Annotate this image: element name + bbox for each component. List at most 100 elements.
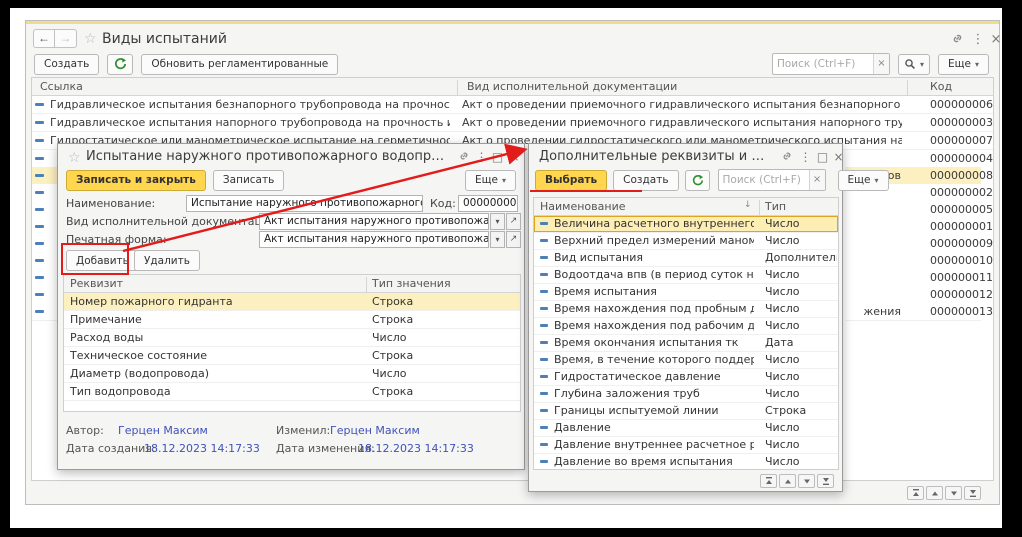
code-field[interactable]: 000000008 — [458, 195, 518, 212]
created-date: 18.12.2023 14:17:33 — [144, 442, 260, 455]
open-item-icon[interactable]: ↗ — [506, 231, 521, 248]
row-code: 000000002 — [930, 186, 993, 199]
attribute-name: Примечание — [70, 313, 142, 326]
attribute-name: Диаметр (водопровода) — [70, 367, 209, 380]
item-type: Число — [765, 319, 837, 332]
column-header-type[interactable]: Тип значения — [372, 277, 451, 290]
attribute-rows: Номер пожарного гидранта Строка Примечан… — [64, 293, 520, 401]
maximize-icon[interactable]: □ — [815, 150, 830, 165]
attribute-type: Строка — [372, 295, 413, 308]
back-button[interactable]: ← — [33, 29, 55, 48]
doc-type-field[interactable]: Акт испытания наружного противопожарного… — [259, 213, 489, 230]
attribute-row[interactable]: Техническое состояние Строка — [64, 347, 520, 365]
more-button[interactable]: Еще ▾ — [465, 170, 516, 191]
search-input[interactable] — [719, 170, 809, 190]
list-item[interactable]: Давление внутреннее расчетное рр.м Число — [534, 437, 838, 454]
name-field[interactable]: Испытание наружного противопожарного вод… — [186, 195, 423, 212]
scroll-top-icon[interactable] — [760, 474, 777, 488]
get-link-icon[interactable] — [456, 150, 471, 165]
clear-search-icon[interactable]: × — [873, 54, 889, 74]
more-menu-icon[interactable]: ⋮ — [474, 150, 489, 165]
select-button[interactable]: Выбрать — [535, 170, 607, 191]
modified-by-link[interactable]: Герцен Максим — [330, 424, 420, 437]
scroll-up-icon[interactable] — [779, 474, 796, 488]
save-and-close-button[interactable]: Записать и закрыть — [66, 170, 206, 191]
item-marker-icon — [35, 121, 44, 124]
open-item-icon[interactable]: ↗ — [506, 213, 521, 230]
scroll-bottom-icon[interactable] — [817, 474, 834, 488]
list-item[interactable]: Время, в течение которого поддерживалось… — [534, 352, 838, 369]
get-link-icon[interactable] — [779, 150, 794, 165]
list-item[interactable]: Время испытания Число — [534, 284, 838, 301]
delete-attribute-button[interactable]: Удалить — [134, 250, 200, 271]
attribute-type: Число — [372, 367, 407, 380]
scroll-down-icon[interactable] — [945, 486, 962, 500]
save-button[interactable]: Записать — [213, 170, 284, 191]
scroll-bottom-icon[interactable] — [964, 486, 981, 500]
attribute-row[interactable]: Диаметр (водопровода) Число — [64, 365, 520, 383]
maximize-icon[interactable]: □ — [490, 150, 505, 165]
create-button[interactable]: Создать — [613, 170, 678, 191]
search-input[interactable] — [773, 54, 873, 74]
attribute-row[interactable]: Расход воды Число — [64, 329, 520, 347]
search-box: × — [718, 169, 826, 191]
item-name: Время, в течение которого поддерживалось… — [554, 353, 754, 366]
list-item[interactable]: Время окончания испытания тк Дата — [534, 335, 838, 352]
scroll-up-icon[interactable] — [926, 486, 943, 500]
attribute-row[interactable]: Примечание Строка — [64, 311, 520, 329]
add-attribute-button[interactable]: Добавить — [66, 250, 139, 271]
favorite-star-icon[interactable]: ☆ — [84, 31, 97, 47]
list-item[interactable]: Вид испытания Дополнительное... — [534, 250, 838, 267]
list-item[interactable]: Границы испытуемой линии Строка — [534, 403, 838, 420]
close-icon[interactable]: × — [831, 150, 846, 165]
column-header-link[interactable]: Ссылка — [40, 80, 83, 93]
column-header-attribute[interactable]: Реквизит — [70, 277, 123, 290]
update-regulated-button[interactable]: Обновить регламентированные — [141, 54, 338, 75]
more-menu-icon[interactable]: ⋮ — [798, 150, 813, 165]
table-row[interactable]: Гидравлическое испытания безнапорного тр… — [32, 96, 993, 114]
close-icon[interactable]: × — [507, 150, 522, 165]
item-marker-icon — [35, 242, 44, 245]
favorite-star-icon[interactable]: ☆ — [68, 150, 81, 166]
print-form-field[interactable]: Акт испытания наружного противопожарного… — [259, 231, 489, 248]
attribute-row[interactable]: Номер пожарного гидранта Строка — [64, 293, 520, 311]
refresh-list-button[interactable] — [107, 54, 133, 75]
refresh-list-button[interactable] — [685, 170, 710, 191]
close-icon[interactable]: × — [988, 32, 1004, 48]
list-item[interactable]: Глубина заложения труб Число — [534, 386, 838, 403]
get-link-icon[interactable] — [949, 32, 965, 48]
list-item[interactable]: Время нахождения под рабочим давлением Ч… — [534, 318, 838, 335]
create-button[interactable]: Создать — [34, 54, 99, 75]
table-rows: Гидравлическое испытания безнапорного тр… — [32, 96, 993, 150]
list-item[interactable]: Верхний предел измерений манометра Число — [534, 233, 838, 250]
modified-by-label: Изменил: — [276, 424, 330, 437]
list-item[interactable]: Гидростатическое давление Число — [534, 369, 838, 386]
list-item[interactable]: Время нахождения под пробным давлением Ч… — [534, 301, 838, 318]
chevron-down-icon[interactable]: ▾ — [490, 213, 505, 230]
list-scroll-buttons — [760, 474, 834, 488]
clear-search-icon[interactable]: × — [809, 170, 825, 190]
forward-button[interactable]: → — [55, 29, 77, 48]
list-item[interactable]: Водоотдача впв (в период суток наибольше… — [534, 267, 838, 284]
item-name: Водоотдача впв (в период суток наибольше… — [554, 268, 754, 281]
more-button[interactable]: Еще ▾ — [838, 170, 889, 191]
column-header-name[interactable]: Наименование — [540, 200, 625, 213]
scroll-down-icon[interactable] — [798, 474, 815, 488]
item-marker-icon — [35, 208, 44, 211]
table-row[interactable]: Гидравлическое испытания напорного трубо… — [32, 114, 993, 132]
list-item[interactable]: Давление во время испытания Число — [534, 454, 838, 470]
more-menu-icon[interactable]: ⋮ — [970, 32, 986, 48]
attribute-row[interactable]: Тип водопровода Строка — [64, 383, 520, 401]
item-marker-icon — [540, 273, 548, 276]
search-options-button[interactable]: ▾ — [898, 54, 930, 75]
column-header-code[interactable]: Код — [930, 80, 952, 93]
column-header-doc[interactable]: Вид исполнительной документации — [467, 80, 677, 93]
item-name: Время нахождения под рабочим давлением — [554, 319, 754, 332]
author-link[interactable]: Герцен Максим — [118, 424, 208, 437]
list-item[interactable]: Давление Число — [534, 420, 838, 437]
chevron-down-icon[interactable]: ▾ — [490, 231, 505, 248]
scroll-top-icon[interactable] — [907, 486, 924, 500]
more-button[interactable]: Еще ▾ — [938, 54, 989, 75]
dialog-toolbar: Выбрать Создать × Еще ▾ — [529, 169, 842, 191]
list-item[interactable]: Величина расчетного внутреннего давления… — [534, 216, 838, 233]
